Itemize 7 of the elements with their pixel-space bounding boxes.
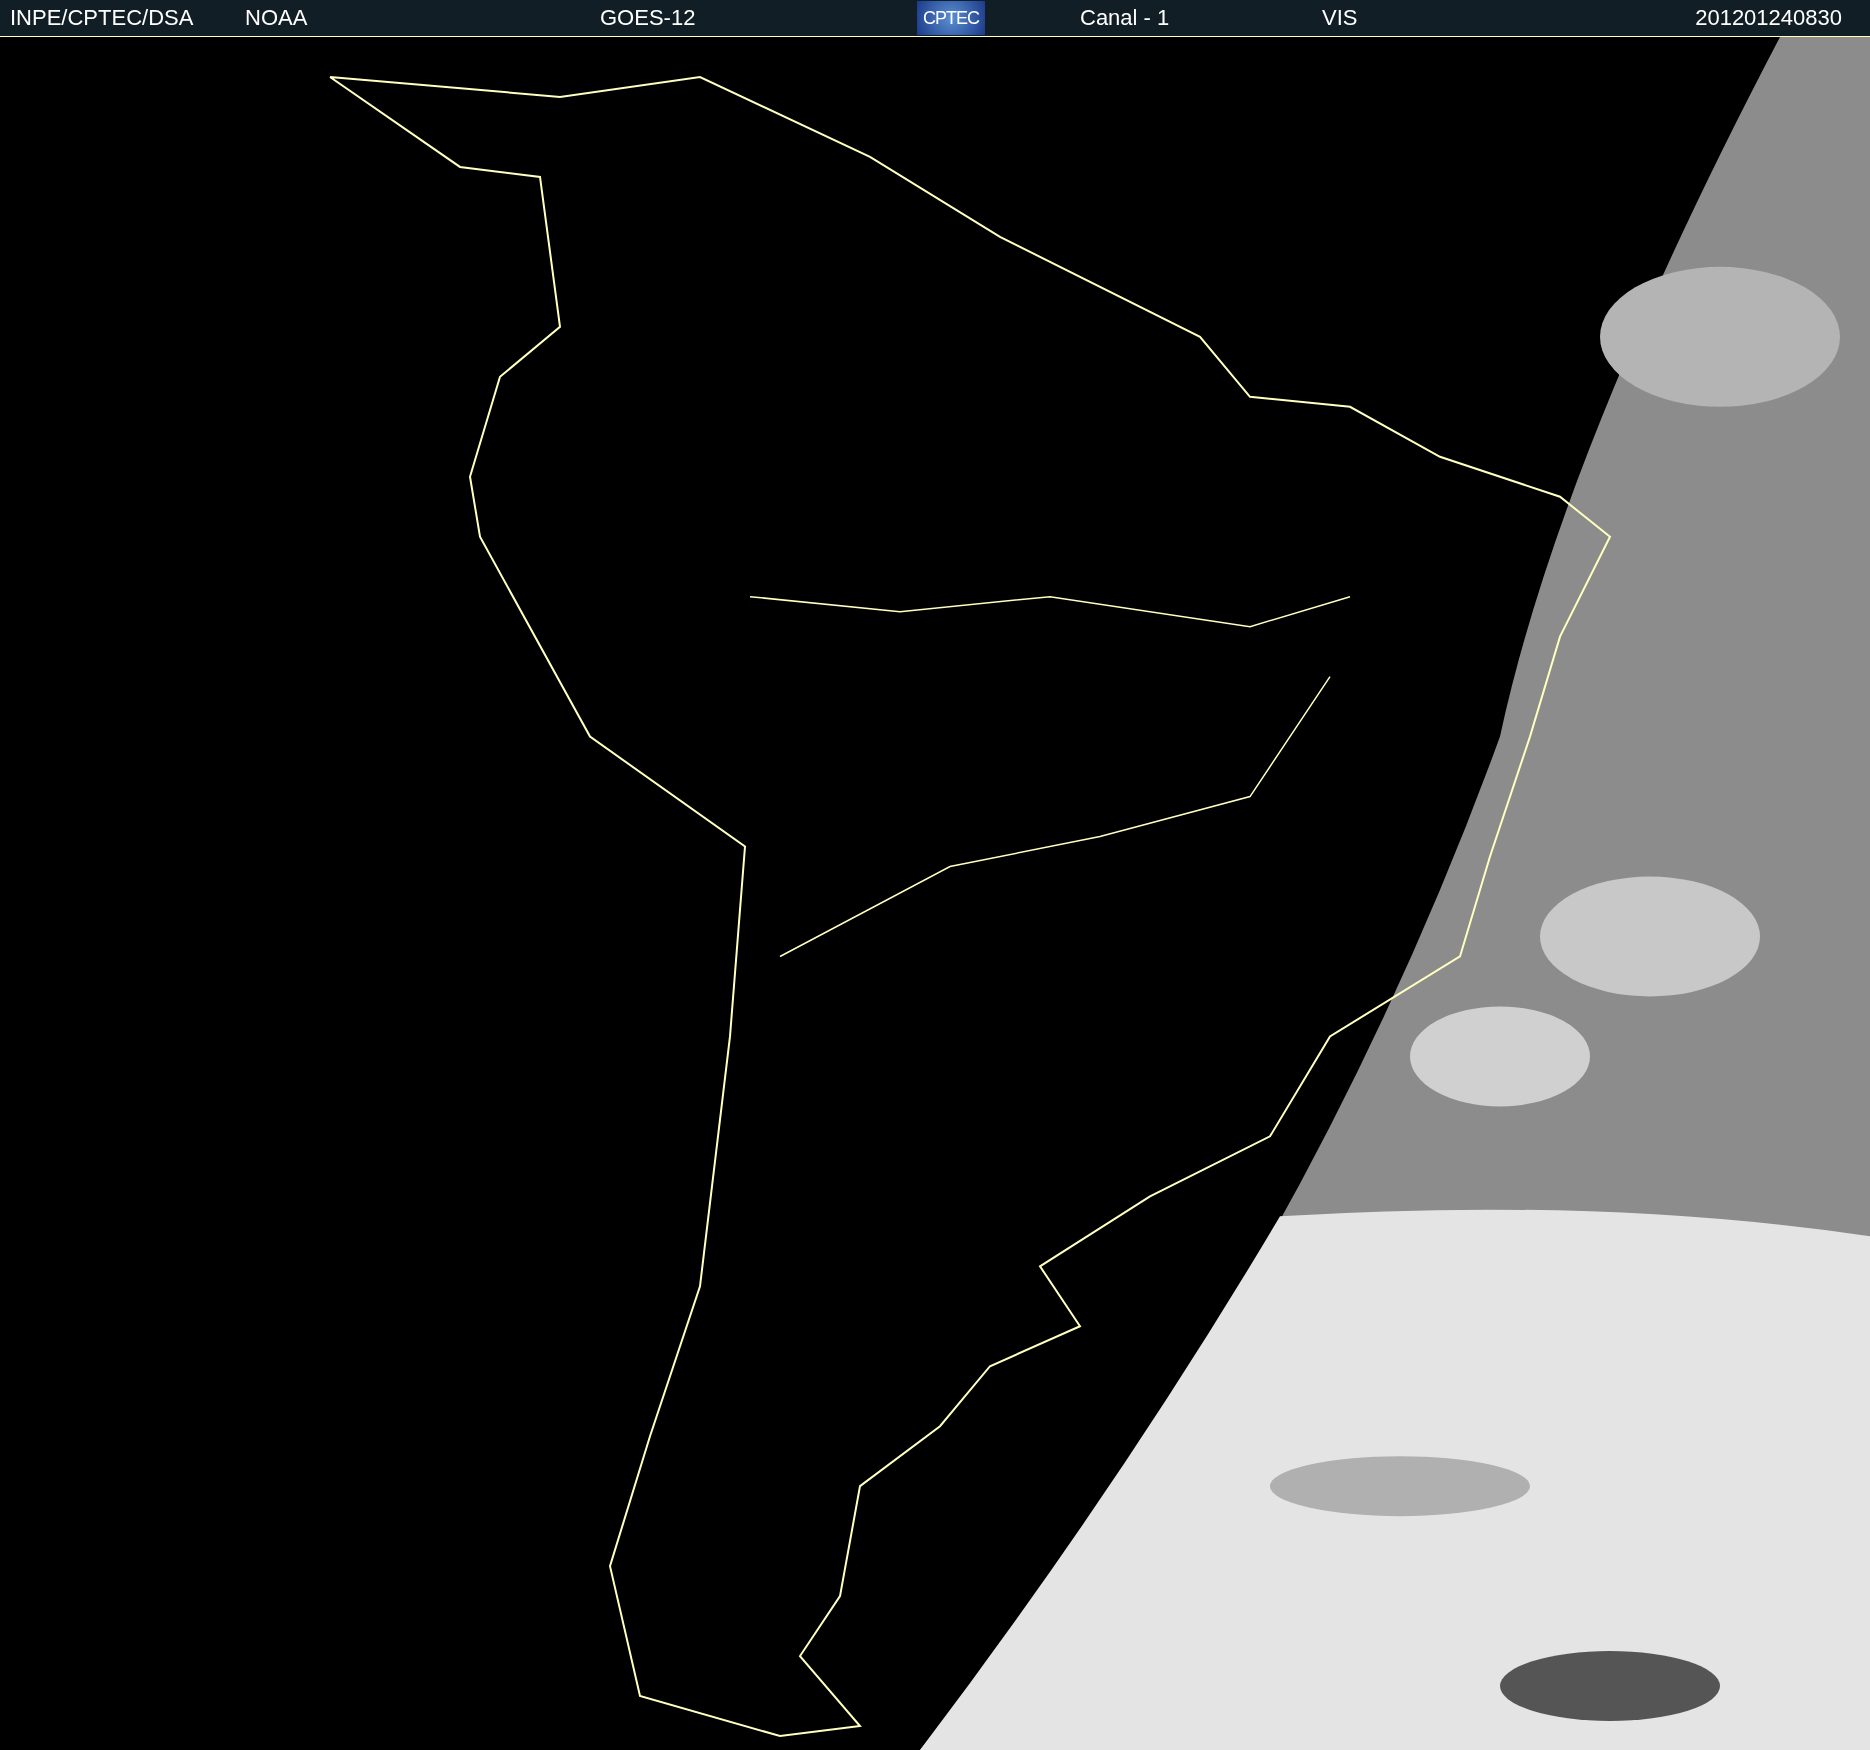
header-label: GOES-12 xyxy=(600,5,696,31)
header-label: INPE/CPTEC/DSA xyxy=(10,5,194,31)
header-label: Canal - 1 xyxy=(1080,5,1170,31)
header-label: VIS xyxy=(1322,5,1358,31)
logo: CPTEC xyxy=(917,1,985,35)
header-label: NOAA xyxy=(245,5,308,31)
header-label: 201201240830 xyxy=(1695,5,1842,31)
